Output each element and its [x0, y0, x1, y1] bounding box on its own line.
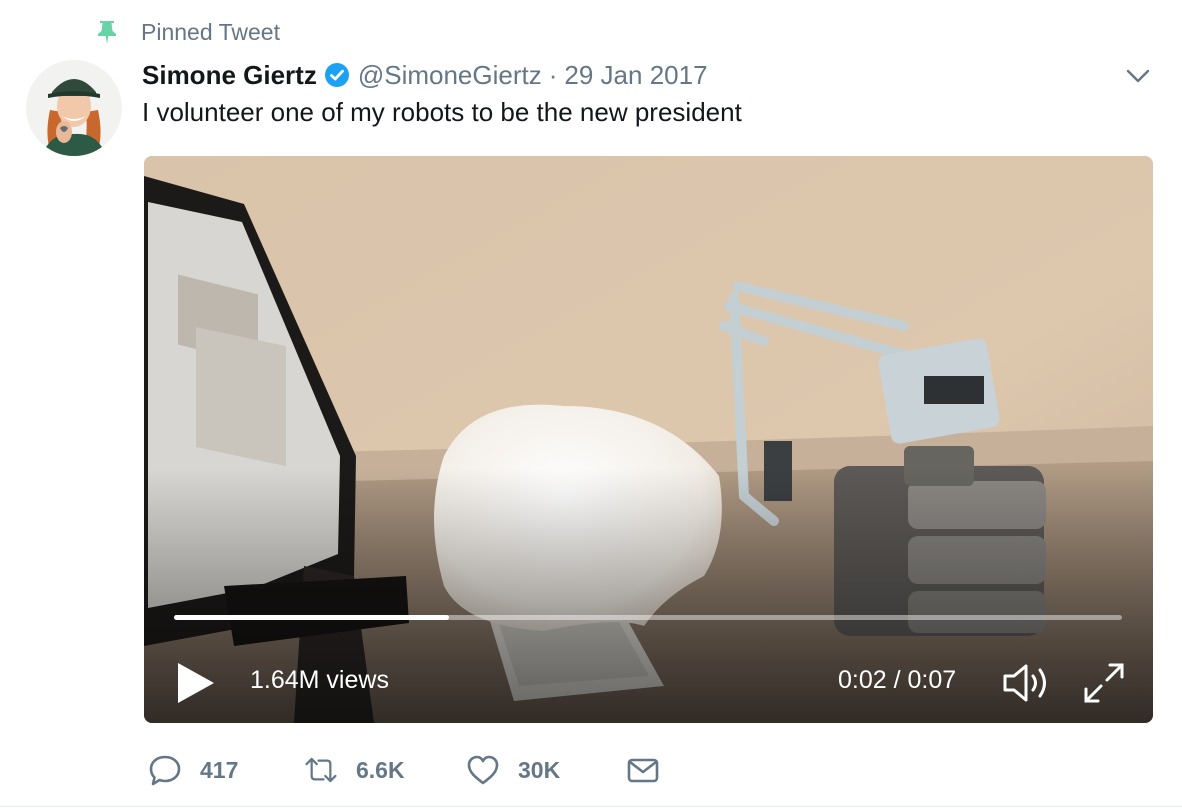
tweet-header: Simone Giertz @SimoneGiertz · 29 Jan 201…	[142, 56, 708, 94]
fullscreen-icon[interactable]	[1080, 659, 1128, 707]
like-count: 30K	[518, 756, 561, 783]
header-separator: ·	[548, 59, 558, 90]
reply-count: 417	[200, 756, 239, 783]
video-progress-fill	[174, 615, 449, 620]
video-frame	[144, 156, 1153, 723]
retweet-icon	[305, 757, 337, 783]
tweet-divider	[0, 806, 1182, 807]
chevron-down-icon[interactable]	[1124, 66, 1152, 86]
video-progress-bar[interactable]	[174, 615, 1122, 620]
avatar[interactable]	[26, 60, 122, 156]
retweet-count: 6.6K	[356, 756, 405, 783]
play-icon[interactable]	[176, 661, 216, 705]
user-handle[interactable]: @SimoneGiertz	[358, 60, 542, 91]
video-player[interactable]: 1.64M views 0:02 / 0:07	[144, 156, 1153, 723]
verified-badge-icon	[324, 63, 349, 87]
reply-icon	[149, 755, 181, 786]
pin-icon	[98, 21, 116, 44]
pinned-label: Pinned Tweet	[141, 18, 280, 45]
tweet-text: I volunteer one of my robots to be the n…	[142, 97, 742, 127]
envelope-icon	[627, 758, 659, 783]
retweet-button[interactable]: 6.6K	[304, 752, 405, 788]
heart-icon	[467, 755, 499, 785]
tweet-date[interactable]: 29 Jan 2017	[564, 60, 707, 91]
pinned-tweet-row: Pinned Tweet	[96, 16, 280, 48]
view-count: 1.64M views	[250, 666, 389, 694]
display-name[interactable]: Simone Giertz	[142, 60, 317, 91]
volume-icon[interactable]	[1002, 661, 1056, 705]
like-button[interactable]: 30K	[466, 752, 560, 788]
reply-button[interactable]: 417	[148, 752, 238, 788]
direct-message-button[interactable]	[626, 752, 660, 788]
video-time: 0:02 / 0:07	[838, 666, 957, 694]
